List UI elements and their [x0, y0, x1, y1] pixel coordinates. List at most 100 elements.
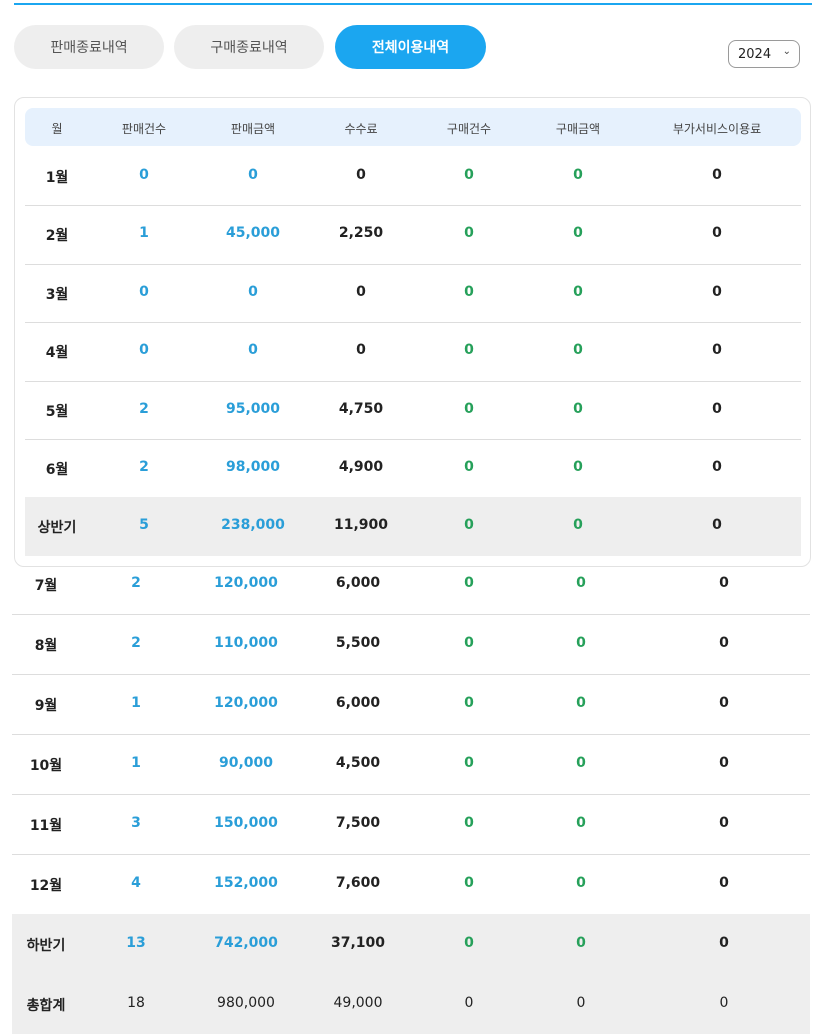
cell-sales-amount: 150,000	[214, 815, 278, 831]
cell-month: 1월	[45, 170, 69, 186]
row-divider	[25, 322, 801, 324]
cell-fee: 4,900	[338, 459, 384, 475]
cell-purchase-amount: 0	[573, 225, 583, 242]
row-divider	[25, 263, 801, 265]
cell-purchase-amount: 0	[576, 575, 586, 591]
cell-fee: 0	[356, 342, 366, 359]
cell-sales-count: 2	[139, 459, 149, 475]
cell-month: 총합계	[26, 998, 66, 1014]
cell-extra-service-fee: 0	[712, 225, 722, 242]
row-divider	[12, 854, 810, 855]
cell-purchase-amount: 0	[576, 635, 586, 651]
cell-fee: 7,500	[335, 815, 381, 831]
cell-month: 3월	[45, 286, 69, 303]
cell-purchase-count: 0	[464, 283, 474, 300]
cell-sales-count: 2	[131, 635, 141, 651]
cell-sales-count: 1	[131, 695, 141, 711]
cell-month: 10월	[29, 758, 63, 774]
cell-extra-service-fee: 0	[719, 875, 729, 891]
cell-month: 5월	[45, 403, 69, 420]
cell-purchase-count: 0	[464, 517, 474, 534]
cell-purchase-amount: 0	[573, 400, 583, 417]
year-select-value: 2024	[738, 46, 772, 62]
cell-month: 하반기	[26, 938, 66, 954]
row-divider	[12, 794, 810, 795]
cell-fee: 49,000	[333, 995, 383, 1011]
cell-purchase-count: 0	[464, 935, 474, 951]
top-accent-line	[14, 3, 812, 5]
cell-purchase-amount: 0	[573, 167, 583, 183]
table-header: 월 판매건수 판매금액 수수료 구매건수 구매금액 부가서비스이용료	[25, 108, 801, 146]
cell-extra-service-fee: 0	[712, 459, 722, 475]
header-sales-amount: 판매금액	[230, 122, 276, 136]
cell-extra-service-fee: 0	[719, 635, 729, 651]
cell-sales-amount: 90,000	[218, 755, 274, 771]
cell-sales-amount: 742,000	[214, 935, 278, 951]
cell-fee: 37,100	[330, 935, 386, 951]
cell-fee: 4,750	[338, 400, 384, 417]
cell-sales-count: 13	[126, 935, 146, 951]
cell-sales-amount: 0	[248, 167, 258, 183]
cell-sales-count: 1	[131, 755, 141, 771]
header-month: 월	[51, 122, 63, 136]
header-extra-service-fee: 부가서비스이용료	[672, 122, 762, 136]
cell-month: 11월	[29, 818, 63, 834]
cell-purchase-count: 0	[464, 635, 474, 651]
cell-purchase-amount: 0	[576, 755, 586, 771]
cell-purchase-amount: 0	[573, 517, 583, 534]
cell-sales-amount: 0	[248, 342, 258, 359]
cell-sales-count: 1	[139, 225, 149, 242]
cell-purchase-amount: 0	[576, 815, 586, 831]
cell-fee: 0	[356, 167, 366, 183]
cell-purchase-amount: 0	[576, 995, 586, 1011]
cell-sales-count: 3	[131, 815, 141, 831]
cell-fee: 6,000	[335, 695, 381, 711]
row-divider	[25, 205, 801, 207]
year-select[interactable]: 2024 ⌄	[728, 40, 800, 68]
cell-fee: 11,900	[333, 517, 389, 534]
cell-purchase-count: 0	[464, 815, 474, 831]
cell-sales-amount: 152,000	[214, 875, 278, 891]
cell-extra-service-fee: 0	[719, 815, 729, 831]
chevron-down-icon: ⌄	[782, 46, 791, 57]
header-purchase-amount: 구매금액	[555, 122, 601, 136]
cell-extra-service-fee: 0	[712, 400, 722, 417]
cell-fee: 4,500	[335, 755, 381, 771]
tab-purchase-ended[interactable]: 구매종료내역	[174, 25, 324, 69]
cell-sales-amount: 0	[248, 283, 258, 300]
cell-sales-amount: 45,000	[225, 225, 281, 242]
header-purchase-count: 구매건수	[446, 122, 492, 136]
cell-fee: 6,000	[335, 575, 381, 591]
cell-extra-service-fee: 0	[719, 755, 729, 771]
cell-sales-count: 2	[139, 400, 149, 417]
tab-all-usage[interactable]: 전체이용내역	[335, 25, 486, 69]
cell-sales-count: 18	[127, 995, 145, 1011]
cell-purchase-amount: 0	[576, 935, 586, 951]
cell-purchase-count: 0	[464, 575, 474, 591]
cell-purchase-count: 0	[464, 342, 474, 359]
cell-month: 8월	[34, 638, 58, 654]
cell-month: 9월	[34, 698, 58, 714]
cell-sales-count: 2	[131, 575, 141, 591]
cell-fee: 0	[356, 283, 366, 300]
cell-extra-service-fee: 0	[712, 517, 722, 534]
tab-sales-ended[interactable]: 판매종료내역	[14, 25, 164, 69]
cell-sales-count: 0	[139, 283, 149, 300]
cell-sales-amount: 120,000	[214, 695, 278, 711]
cell-purchase-count: 0	[464, 995, 474, 1011]
cell-month: 4월	[45, 345, 69, 362]
row-divider	[12, 614, 810, 615]
cell-purchase-count: 0	[464, 225, 474, 242]
cell-purchase-amount: 0	[573, 459, 583, 475]
cell-extra-service-fee: 0	[712, 283, 722, 300]
cell-fee: 2,250	[338, 225, 384, 242]
cell-purchase-amount: 0	[576, 875, 586, 891]
cell-month: 7월	[34, 578, 58, 594]
cell-purchase-count: 0	[464, 875, 474, 891]
cell-sales-amount: 95,000	[225, 400, 281, 417]
cell-sales-count: 5	[139, 517, 149, 534]
cell-purchase-count: 0	[464, 755, 474, 771]
cell-sales-amount: 238,000	[221, 517, 285, 534]
cell-extra-service-fee: 0	[712, 167, 722, 183]
cell-extra-service-fee: 0	[719, 935, 729, 951]
